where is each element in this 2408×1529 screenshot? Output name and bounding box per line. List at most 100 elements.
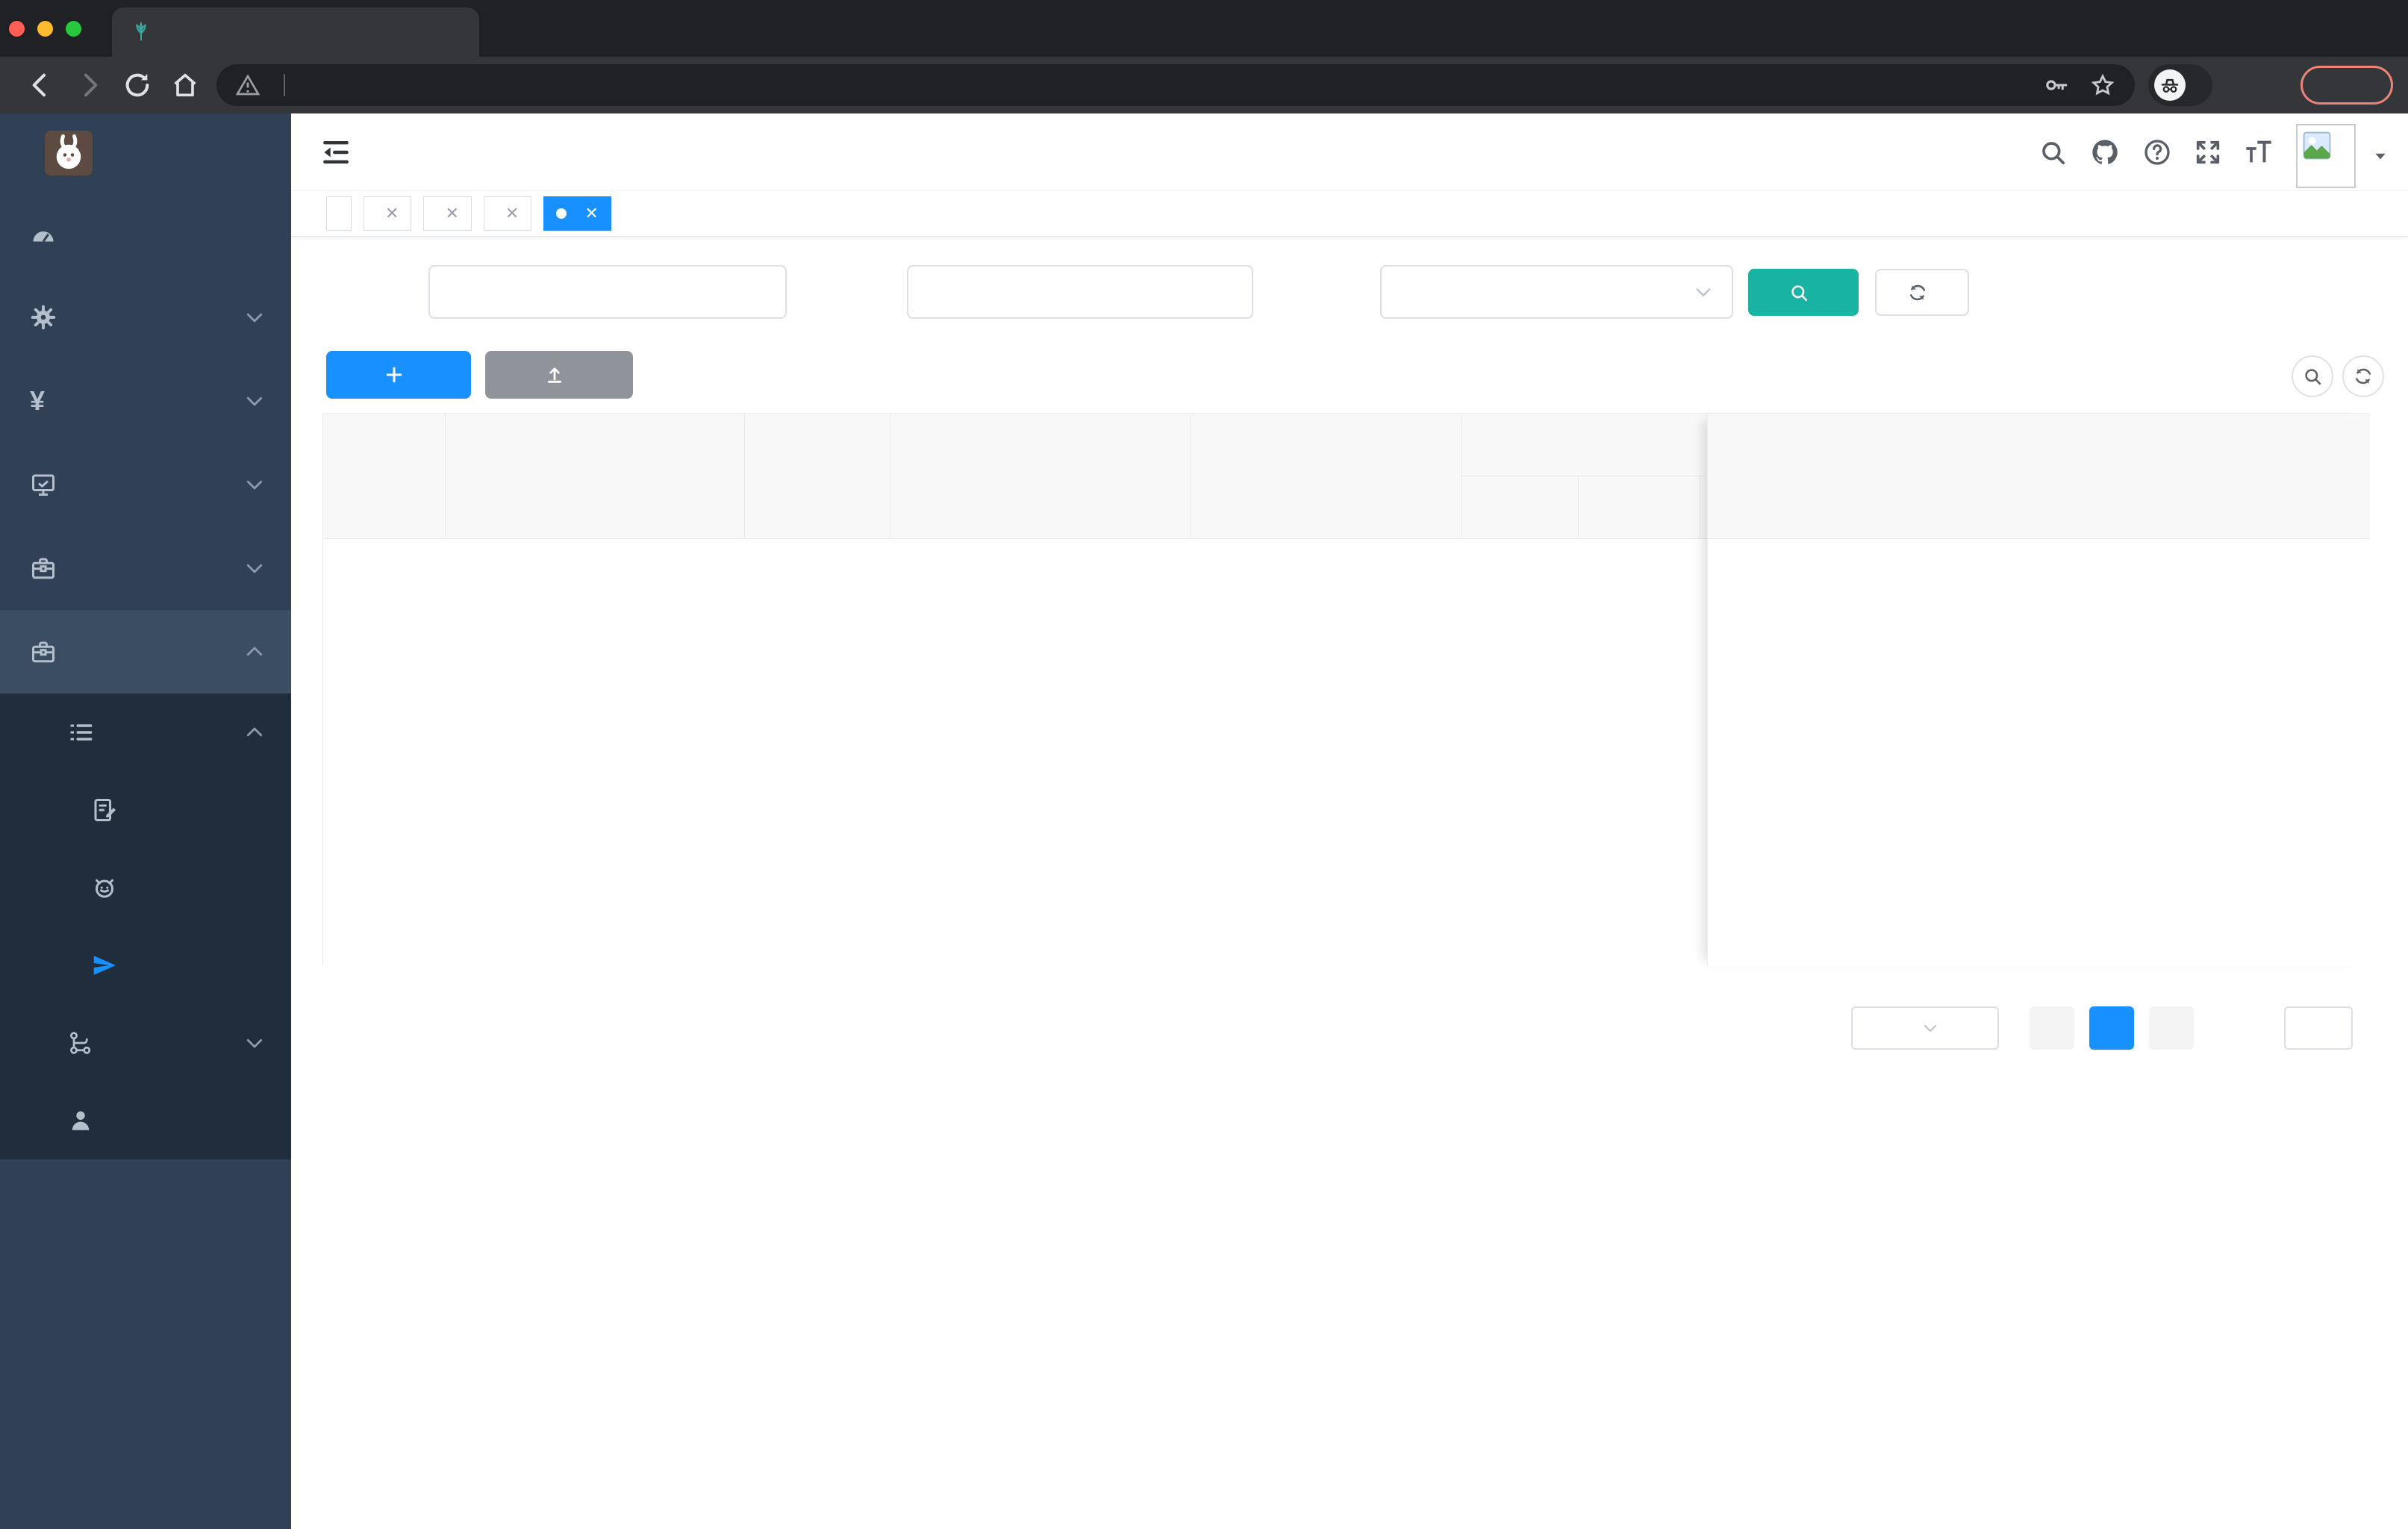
window-minimize-button[interactable] [37, 21, 53, 37]
sidebar-item-user-group[interactable] [0, 849, 291, 927]
avatar-caret-down-icon[interactable] [2371, 146, 2390, 166]
tag-close-icon[interactable]: ✕ [584, 204, 598, 223]
search-icon [2302, 366, 2323, 387]
sidebar-item-process-mgmt[interactable] [0, 694, 291, 771]
search-button[interactable] [1748, 269, 1859, 316]
rabbit-logo-icon [45, 131, 93, 175]
chevron-down-icon [243, 473, 266, 496]
col-header-key [323, 414, 446, 539]
sidebar-item-process-form[interactable] [0, 771, 291, 849]
tab-favicon-icon [130, 21, 152, 43]
sidebar: ¥ [0, 113, 291, 1529]
sidebar-item-payment[interactable]: ¥ [0, 359, 291, 443]
process-name-input[interactable] [907, 265, 1253, 319]
sidebar-item-leave-query[interactable] [0, 1082, 291, 1159]
col-header-active [1579, 476, 1700, 539]
process-model-table [322, 413, 2370, 966]
reload-icon[interactable] [122, 70, 152, 100]
monitor-icon [30, 471, 57, 498]
window-zoom-button[interactable] [66, 21, 81, 37]
operations-fixed-column [1707, 414, 2370, 966]
tag-process-model[interactable]: ✕ [543, 196, 611, 231]
next-page-button[interactable] [2149, 1006, 2194, 1050]
browser-tab[interactable] [112, 7, 479, 57]
tag-tenant[interactable]: ✕ [364, 196, 412, 231]
github-icon[interactable] [2090, 137, 2120, 167]
person-icon [67, 1107, 94, 1134]
list-icon [67, 719, 94, 746]
col-header-name [446, 414, 745, 539]
fullscreen-icon[interactable] [2193, 137, 2223, 167]
tag-close-icon[interactable]: ✕ [385, 204, 399, 223]
sidebar-item-infra[interactable] [0, 443, 291, 526]
not-secure-warning-icon [236, 73, 260, 97]
browser-toolbar [0, 57, 2408, 113]
yen-icon: ¥ [30, 385, 46, 416]
window-close-button[interactable] [9, 21, 25, 37]
page-size-select[interactable] [1851, 1006, 1999, 1050]
toolbox-icon [30, 555, 57, 582]
plus-icon [384, 364, 405, 385]
user-group-icon [91, 874, 118, 901]
forward-icon[interactable] [75, 70, 105, 100]
toggle-search-button[interactable] [2292, 355, 2333, 397]
chevron-up-icon [243, 641, 266, 663]
sidebar-item-devtools[interactable] [0, 526, 291, 610]
sidebar-item-process-model[interactable] [0, 927, 291, 1004]
col-header-category [745, 414, 890, 539]
process-category-select[interactable] [1380, 265, 1733, 319]
font-size-icon[interactable] [2244, 137, 2274, 167]
sidebar-item-task-mgmt[interactable] [0, 1004, 291, 1082]
refresh-table-button[interactable] [2342, 355, 2384, 397]
breadcrumb [373, 113, 472, 190]
goto-page-input[interactable] [2284, 1006, 2353, 1050]
chevron-up-icon [243, 721, 266, 744]
browser-tab-strip [0, 0, 2408, 57]
current-page-button[interactable] [2089, 1006, 2134, 1050]
col-header-operations [1708, 414, 2370, 539]
reset-button[interactable] [1875, 269, 1969, 316]
chevron-down-icon [243, 390, 266, 412]
back-icon[interactable] [25, 70, 55, 100]
help-icon[interactable] [2142, 137, 2172, 167]
address-bar[interactable] [216, 64, 2135, 106]
prev-page-button[interactable] [2030, 1006, 2074, 1050]
password-key-icon[interactable] [2044, 72, 2069, 98]
app-logo-avatar [45, 130, 93, 175]
chevron-down-icon [1921, 1019, 1939, 1037]
search-icon[interactable] [2038, 137, 2068, 167]
omnibox-divider [284, 74, 285, 96]
chevron-down-icon [243, 557, 266, 579]
tag-process-form[interactable]: ✕ [483, 196, 532, 231]
incognito-icon [2159, 74, 2181, 96]
create-process-button[interactable] [326, 351, 471, 399]
sidebar-item-home[interactable] [0, 192, 291, 275]
form-icon [91, 797, 118, 823]
app-logo-row[interactable] [0, 113, 291, 192]
incognito-badge [2148, 64, 2212, 106]
tag-home[interactable] [326, 196, 352, 231]
tag-close-icon[interactable]: ✕ [445, 204, 458, 223]
refresh-icon [2353, 366, 2374, 387]
process-key-input[interactable] [428, 265, 787, 319]
import-process-button[interactable] [485, 351, 633, 399]
broken-image-icon [2301, 128, 2333, 163]
chevron-down-icon [243, 306, 266, 328]
col-header-created [1191, 414, 1462, 539]
home-icon[interactable] [170, 70, 200, 100]
sidebar-collapse-icon[interactable] [319, 136, 352, 169]
tag-close-icon[interactable]: ✕ [505, 204, 519, 223]
refresh-icon [1907, 282, 1928, 303]
gear-icon [30, 304, 57, 331]
update-button[interactable] [2301, 66, 2393, 105]
avatar[interactable] [2296, 124, 2356, 188]
paper-plane-icon [91, 952, 118, 979]
chevron-down-icon [1693, 281, 1714, 302]
tag-my-process[interactable]: ✕ [423, 196, 472, 231]
flow-icon [67, 1030, 94, 1056]
sidebar-item-system[interactable] [0, 275, 291, 359]
sidebar-item-workflow[interactable] [0, 610, 291, 694]
bookmark-star-icon[interactable] [2090, 72, 2115, 98]
dashboard-icon [30, 220, 57, 247]
tags-view: ✕ ✕ ✕ ✕ [291, 190, 2408, 237]
